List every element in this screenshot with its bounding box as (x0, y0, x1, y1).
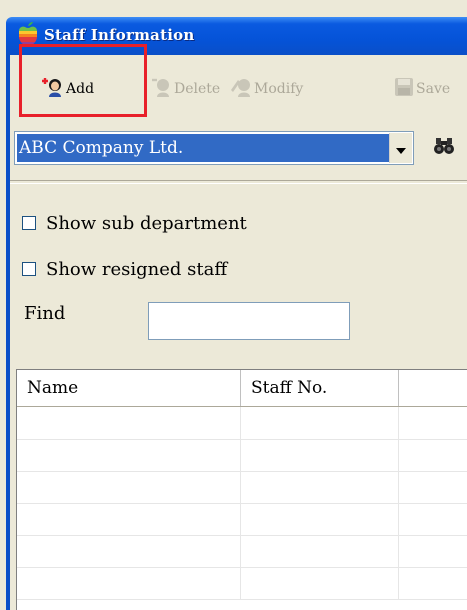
table-row[interactable] (17, 407, 467, 440)
grid-header: Name Staff No. (17, 370, 467, 407)
modify-label: Modify (254, 81, 304, 97)
table-cell-blank[interactable] (399, 407, 467, 439)
staff-grid: Name Staff No. (16, 369, 467, 610)
table-row[interactable] (17, 471, 467, 504)
column-header-staff-no[interactable]: Staff No. (241, 370, 399, 406)
table-cell-name[interactable] (17, 471, 241, 503)
table-cell-name[interactable] (17, 439, 241, 471)
table-cell-staff-no[interactable] (241, 439, 399, 471)
column-header-name[interactable]: Name (17, 370, 241, 406)
window-frame-left (6, 55, 10, 610)
table-row[interactable] (17, 503, 467, 536)
company-select-value: ABC Company Ltd. (17, 134, 391, 162)
modify-button[interactable]: Modify (230, 75, 303, 103)
table-row[interactable] (17, 439, 467, 472)
show-sub-department-option[interactable]: Show sub department (22, 211, 247, 235)
table-row[interactable] (17, 535, 467, 568)
delete-user-icon (150, 76, 174, 102)
table-cell-name[interactable] (17, 407, 241, 439)
modify-user-icon (230, 76, 254, 102)
show-sub-department-checkbox[interactable] (22, 216, 36, 230)
save-icon (394, 77, 416, 101)
show-resigned-staff-option[interactable]: Show resigned staff (22, 257, 227, 281)
dropdown-arrow-button[interactable] (389, 133, 412, 163)
table-cell-staff-no[interactable] (241, 567, 399, 599)
column-header-blank[interactable] (399, 370, 467, 406)
save-label: Save (416, 81, 451, 97)
window-title: Staff Information (44, 26, 195, 44)
binoculars-icon (433, 137, 455, 159)
table-cell-blank[interactable] (399, 567, 467, 599)
find-label: Find (24, 303, 66, 324)
divider (10, 180, 467, 184)
table-cell-blank[interactable] (399, 471, 467, 503)
table-cell-staff-no[interactable] (241, 535, 399, 567)
table-cell-staff-no[interactable] (241, 407, 399, 439)
find-button[interactable] (428, 132, 460, 164)
table-cell-blank[interactable] (399, 503, 467, 535)
delete-button[interactable]: Delete (150, 75, 220, 103)
table-cell-staff-no[interactable] (241, 503, 399, 535)
company-select[interactable]: ABC Company Ltd. (14, 131, 414, 165)
delete-label: Delete (174, 81, 221, 97)
chevron-down-icon (396, 139, 406, 158)
apple-icon (16, 22, 40, 46)
staff-information-window: Staff Information Add Delete Modify Save… (0, 0, 467, 610)
table-cell-staff-no[interactable] (241, 471, 399, 503)
table-cell-name[interactable] (17, 503, 241, 535)
table-cell-name[interactable] (17, 535, 241, 567)
show-sub-department-label: Show sub department (46, 212, 247, 234)
table-cell-name[interactable] (17, 567, 241, 599)
show-resigned-staff-label: Show resigned staff (46, 258, 228, 280)
table-cell-blank[interactable] (399, 535, 467, 567)
find-input[interactable] (148, 302, 350, 340)
table-cell-blank[interactable] (399, 439, 467, 471)
show-resigned-staff-checkbox[interactable] (22, 262, 36, 276)
add-button-highlight (19, 44, 147, 117)
save-button[interactable]: Save (394, 75, 450, 103)
table-row[interactable] (17, 567, 467, 600)
